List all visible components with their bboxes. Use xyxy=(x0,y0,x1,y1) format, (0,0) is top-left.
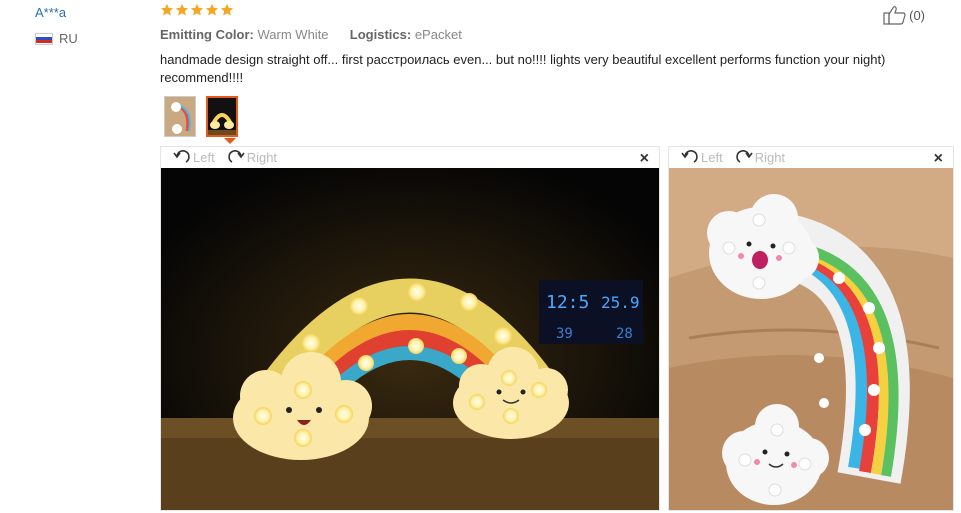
close-viewer-button[interactable]: × xyxy=(640,150,649,168)
review-text: handmade design straight off... first ра… xyxy=(160,52,886,85)
helpful-button[interactable]: (0) xyxy=(883,5,925,25)
review-photo-rainbow-lamp-unlit xyxy=(669,168,953,510)
review-attributes: Emitting Color: Warm White Logistics: eP… xyxy=(160,27,462,42)
viewer-toolbar: Left Right × xyxy=(669,147,953,168)
star-rating xyxy=(160,3,234,17)
photo-viewer-2: Left Right × xyxy=(668,146,954,511)
helpful-count: (0) xyxy=(909,7,925,23)
active-thumbnail-indicator xyxy=(224,138,236,144)
reviewer-name: A***a xyxy=(35,5,67,20)
rotate-right-button[interactable]: Right xyxy=(733,149,785,167)
rotate-left-icon xyxy=(173,149,190,163)
rotate-right-label: Right xyxy=(246,150,278,165)
country-code: RU xyxy=(59,31,78,46)
svg-text:25.9: 25.9 xyxy=(601,293,640,312)
rotate-right-icon xyxy=(227,149,245,163)
russia-flag-icon xyxy=(35,32,53,45)
rotate-left-button[interactable]: Left xyxy=(679,149,723,167)
attr-key-emitting-color: Emitting Color: xyxy=(160,27,254,42)
rotate-right-button[interactable]: Right xyxy=(225,149,277,167)
photo-thumbnail-2[interactable] xyxy=(206,96,238,137)
rotate-left-icon xyxy=(681,149,698,163)
rotate-right-label: Right xyxy=(754,150,786,165)
star-icon xyxy=(160,3,174,16)
viewer-toolbar: Left Right × xyxy=(161,147,659,168)
attr-key-logistics: Logistics: xyxy=(349,27,412,42)
attr-value-logistics: ePacket xyxy=(414,27,462,42)
reviewer-country: RU xyxy=(35,31,78,46)
rotate-left-label: Left xyxy=(193,150,215,165)
close-viewer-button[interactable]: × xyxy=(934,150,943,168)
photo-thumbnails xyxy=(164,96,238,137)
rotate-right-icon xyxy=(735,149,753,163)
svg-text:12:5: 12:5 xyxy=(546,292,589,313)
star-icon xyxy=(190,3,204,16)
star-icon xyxy=(220,3,234,16)
photo-thumbnail-1[interactable] xyxy=(164,96,196,137)
thumbs-up-icon xyxy=(883,6,906,25)
attr-value-emitting-color: Warm White xyxy=(257,27,329,42)
rotate-left-label: Left xyxy=(701,150,723,165)
photo-viewer-1: Left Right × 12:5 25.9 39 28 xyxy=(160,146,660,511)
svg-text:39: 39 xyxy=(556,326,573,342)
svg-text:28: 28 xyxy=(616,326,633,342)
review-photo-rainbow-lamp-lit: 12:5 25.9 39 28 xyxy=(161,168,659,510)
star-icon xyxy=(205,3,219,16)
star-icon xyxy=(175,3,189,16)
rotate-left-button[interactable]: Left xyxy=(171,149,215,167)
